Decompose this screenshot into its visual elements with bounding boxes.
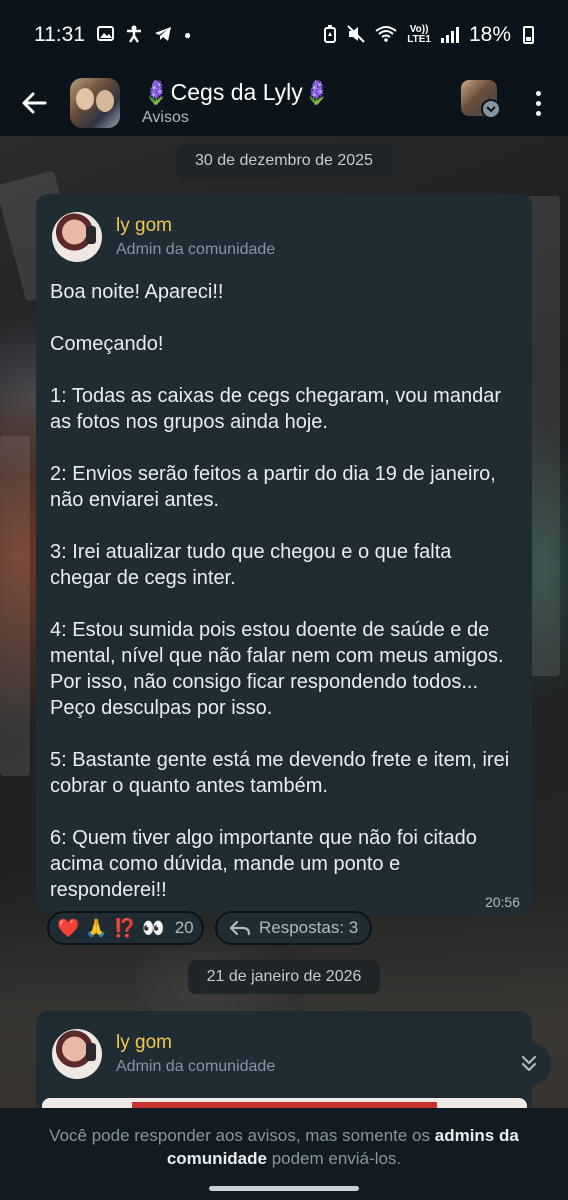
image-icon (97, 26, 114, 44)
message-paragraph: 3: Irei atualizar tudo que chegou e o qu… (50, 541, 452, 589)
interrobang-reaction: ⁉️ (113, 917, 137, 938)
message-text: Boa noite! Apareci!! Começando! 1: Todas… (36, 262, 532, 903)
message-paragraph: 6: Quem tiver algo importante que não fo… (50, 827, 477, 901)
reply-icon (229, 920, 251, 936)
wifi-icon (375, 25, 397, 45)
author-name[interactable]: ly gom (116, 1032, 275, 1054)
mute-icon (347, 24, 365, 46)
replies-label: Respostas: 3 (259, 918, 359, 937)
chevron-down-icon[interactable] (481, 99, 501, 119)
footer-text: Você pode responder aos avisos, mas some… (49, 1126, 435, 1145)
message-paragraph: 1: Todas as caixas de cegs chegaram, vou… (50, 385, 501, 433)
message-paragraph: Começando! (50, 333, 164, 355)
status-bar: 11:31 ● Vo)) LTE1 18% (0, 0, 568, 70)
pray-reaction: 🙏 (85, 917, 108, 938)
volte-icon: Vo)) LTE1 (407, 24, 431, 45)
message-time: 20:56 (484, 894, 520, 910)
header-titles[interactable]: 🪻Cegs da Lyly🪻 Avisos (142, 79, 331, 127)
signal-icon (440, 27, 459, 43)
author-name[interactable]: ly gom (116, 215, 275, 237)
announcement-message[interactable]: ly gom Admin da comunidade Boa noite! Ap… (36, 194, 532, 914)
double-chevron-down-icon (521, 1055, 537, 1072)
avatar[interactable] (52, 1029, 102, 1079)
reactions-bar[interactable]: ❤️ 🙏 ⁉️ 👀 20 (47, 911, 204, 945)
message-paragraph: 5: Bastante gente está me devendo frete … (50, 749, 510, 797)
page-title: 🪻Cegs da Lyly🪻 (142, 79, 332, 105)
group-avatar[interactable] (70, 78, 120, 128)
message-paragraph: 2: Envios serão feitos a partir do dia 1… (50, 463, 496, 511)
home-indicator[interactable] (209, 1186, 359, 1191)
status-time: 11:31 (34, 23, 85, 46)
reaction-count: 20 (174, 918, 194, 937)
chat-header: 🪻Cegs da Lyly🪻 Avisos (0, 70, 568, 136)
author-role: Admin da comunidade (116, 241, 276, 258)
eyes-reaction: 👀 (142, 917, 165, 938)
more-options-button[interactable] (524, 83, 552, 123)
scroll-to-bottom-button[interactable] (507, 1042, 551, 1086)
heart-reaction: ❤️ (57, 917, 80, 938)
date-separator: 30 de dezembro de 2025 (176, 144, 392, 178)
footer-text-end: podem enviá-los. (266, 1149, 402, 1168)
back-button[interactable] (14, 83, 54, 123)
header-subtitle: Avisos (142, 109, 189, 126)
battery-saver-icon (323, 24, 337, 46)
avatar[interactable] (52, 212, 102, 262)
message-paragraph: Boa noite! Apareci!! (50, 281, 224, 303)
message-paragraph: 4: Estou sumida pois estou doente de saú… (50, 619, 504, 719)
battery-icon (523, 26, 534, 44)
battery-percent: 18% (468, 23, 511, 46)
arrow-left-icon (22, 92, 47, 114)
dot-icon: ● (184, 28, 192, 42)
replies-button[interactable]: Respostas: 3 (215, 911, 373, 945)
date-separator: 21 de janeiro de 2026 (188, 960, 380, 994)
author-role: Admin da comunidade (116, 1058, 276, 1075)
telegram-icon (154, 26, 172, 45)
accessibility-icon (126, 25, 142, 46)
